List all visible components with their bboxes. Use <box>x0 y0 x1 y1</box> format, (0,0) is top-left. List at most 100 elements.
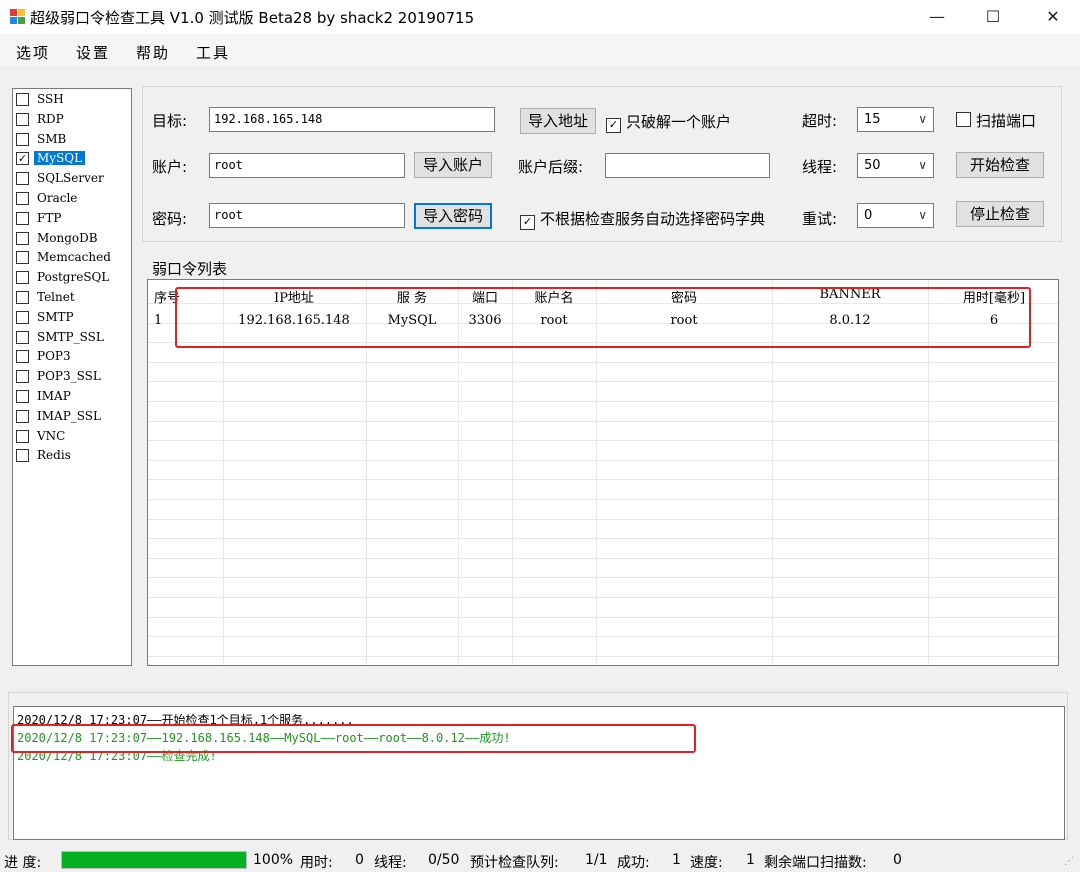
minimize-button[interactable]: — <box>910 0 964 34</box>
checkbox-box[interactable] <box>16 350 29 364</box>
progress-label: 进 度: <box>4 855 42 871</box>
queue-label: 预计检查队列: <box>470 855 559 871</box>
service-item[interactable]: IMAP <box>13 388 130 407</box>
service-item[interactable]: SMTP_SSL <box>13 329 130 348</box>
log-highlight-box <box>11 724 696 753</box>
service-item[interactable]: FTP <box>13 210 130 229</box>
threads-label: 线程: <box>802 158 838 176</box>
menu-help[interactable]: 帮助 <box>136 42 170 63</box>
progress-text: 100% <box>253 852 294 868</box>
service-item[interactable]: SMTP <box>13 309 130 328</box>
checkbox-box[interactable] <box>16 251 29 265</box>
checkbox-box[interactable] <box>16 449 29 463</box>
service-label: IMAP_SSL <box>37 408 101 423</box>
service-item[interactable]: VNC <box>13 428 130 447</box>
chevron-down-icon: ∨ <box>918 208 927 222</box>
checkbox-box[interactable] <box>16 409 29 423</box>
service-label: Memcached <box>37 250 111 265</box>
service-label: SSH <box>37 92 64 106</box>
checkbox-box[interactable] <box>16 132 29 146</box>
service-label: RDP <box>37 111 64 126</box>
service-item[interactable]: Redis <box>13 447 130 466</box>
grid-line <box>148 616 1058 618</box>
service-label: FTP <box>37 210 62 225</box>
checkbox-box[interactable] <box>16 93 29 106</box>
service-item[interactable]: PostgreSQL <box>13 269 130 288</box>
service-item[interactable]: POP3 <box>13 348 130 367</box>
checkbox-box[interactable] <box>16 192 29 205</box>
checkbox-box[interactable] <box>16 429 29 443</box>
progress-bar <box>61 851 247 869</box>
threads-select[interactable]: 50 ∨ <box>857 153 934 178</box>
table-cell[interactable]: 1 <box>154 313 162 328</box>
checkbox-box[interactable] <box>16 211 29 225</box>
resize-grip-icon[interactable]: ⋰ <box>1064 856 1074 867</box>
grid-line <box>148 597 1058 598</box>
checkbox-box[interactable] <box>16 271 29 285</box>
checkbox-box[interactable] <box>16 310 29 324</box>
menu-tools[interactable]: 工具 <box>196 42 230 63</box>
checkbox-box[interactable] <box>16 370 29 384</box>
start-check-button[interactable]: 开始检查 <box>956 152 1044 178</box>
checkbox-box[interactable]: ✓ <box>606 118 621 133</box>
timeout-select[interactable]: 15 ∨ <box>857 107 934 132</box>
service-item[interactable]: SSH <box>13 91 130 110</box>
grid-line <box>148 499 1058 500</box>
service-label: MySQL <box>34 151 86 166</box>
account-suffix-input[interactable] <box>605 153 770 178</box>
elapsed-label: 用时: <box>300 855 333 871</box>
only-one-account-checkbox[interactable]: ✓ 只破解一个账户 <box>606 111 731 133</box>
checkbox-box[interactable] <box>16 172 29 186</box>
grid-line <box>148 440 1058 442</box>
elapsed-value: 0 <box>355 852 364 868</box>
scan-port-checkbox[interactable]: 扫描端口 <box>956 110 1036 131</box>
maximize-button[interactable]: ☐ <box>966 0 1020 34</box>
import-address-button[interactable]: 导入地址 <box>520 108 596 134</box>
service-checklist[interactable]: SSH RDP SMB ✓ MySQL SQLServer Oracle FTP MongoDB… <box>12 88 132 666</box>
grid-line <box>148 636 1058 638</box>
checkbox-box[interactable] <box>16 112 29 126</box>
grid-line <box>148 557 1058 559</box>
service-label: PostgreSQL <box>37 270 110 285</box>
checkbox-box[interactable] <box>956 112 971 127</box>
threads-status-value: 0/50 <box>428 852 460 868</box>
target-input[interactable]: 192.168.165.148 <box>209 107 495 132</box>
window-title: 超级弱口令检查工具 V1.0 测试版 Beta28 by shack2 2019… <box>30 9 475 27</box>
timeout-label: 超时: <box>802 112 838 130</box>
checkbox-box[interactable]: ✓ <box>16 152 29 166</box>
speed-label: 速度: <box>690 855 723 871</box>
service-item[interactable]: IMAP_SSL <box>13 408 130 427</box>
retry-select[interactable]: 0 ∨ <box>857 203 934 228</box>
service-label: SQLServer <box>37 171 104 186</box>
service-label: Oracle <box>37 191 78 205</box>
service-item[interactable]: Memcached <box>13 249 130 268</box>
account-input[interactable]: root <box>209 153 405 178</box>
threads-status-label: 线程: <box>374 855 407 871</box>
auto-dict-checkbox[interactable]: ✓ 不根据检查服务自动选择密码字典 <box>520 208 765 230</box>
checkbox-box[interactable]: ✓ <box>520 215 535 230</box>
service-item[interactable]: POP3_SSL <box>13 368 130 387</box>
checkbox-box[interactable] <box>16 390 29 403</box>
service-item[interactable]: ✓ MySQL <box>13 150 130 169</box>
grid-line <box>148 381 1058 383</box>
close-button[interactable]: ✕ <box>1026 0 1080 34</box>
service-item[interactable]: MongoDB <box>13 230 130 249</box>
service-item[interactable]: Telnet <box>13 289 130 308</box>
checkbox-box[interactable] <box>16 231 29 245</box>
menu-options[interactable]: 选项 <box>16 42 50 63</box>
stop-check-button[interactable]: 停止检查 <box>956 201 1044 227</box>
service-label: SMTP <box>37 309 74 324</box>
grid-line <box>148 420 1058 422</box>
service-item[interactable]: Oracle <box>13 190 130 209</box>
import-password-button[interactable]: 导入密码 <box>414 203 492 229</box>
service-item[interactable]: SMB <box>13 131 130 150</box>
checkbox-box[interactable] <box>16 330 29 344</box>
menu-settings[interactable]: 设置 <box>76 42 110 63</box>
password-input[interactable]: root <box>209 203 405 228</box>
service-item[interactable]: SQLServer <box>13 170 130 189</box>
service-item[interactable]: RDP <box>13 111 130 130</box>
checkbox-box[interactable] <box>16 291 29 304</box>
import-account-button[interactable]: 导入账户 <box>414 152 492 178</box>
title-bar[interactable]: 超级弱口令检查工具 V1.0 测试版 Beta28 by shack2 2019… <box>0 0 1080 34</box>
target-label: 目标: <box>152 112 188 130</box>
